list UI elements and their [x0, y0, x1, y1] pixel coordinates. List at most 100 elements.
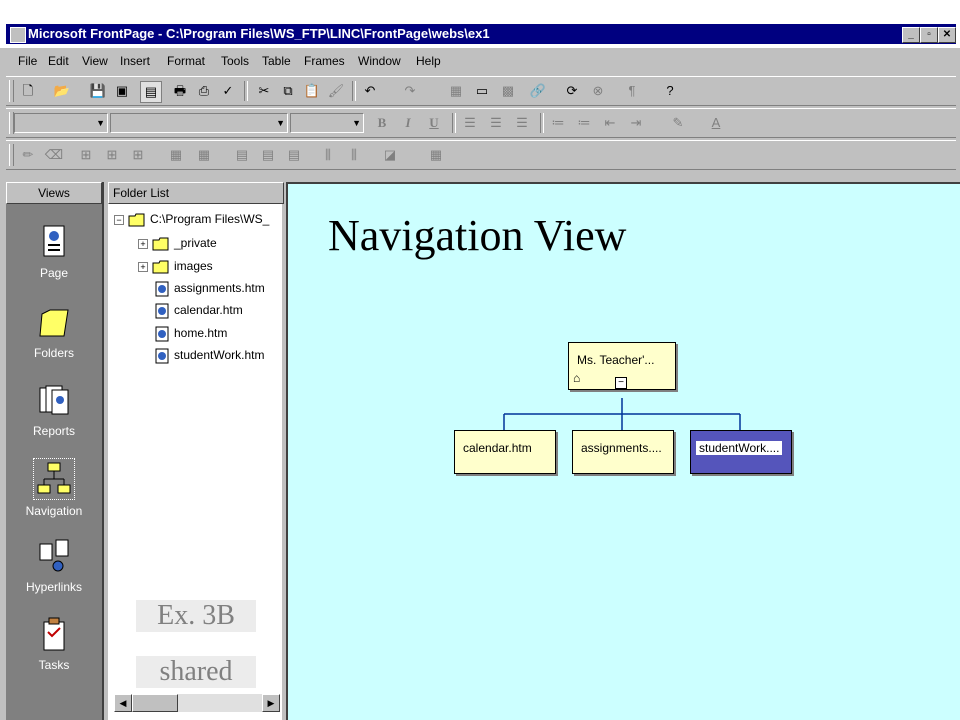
- window-title: Microsoft FrontPage - C:\Program Files\W…: [28, 26, 490, 41]
- publish-icon[interactable]: ▣: [112, 81, 132, 101]
- menu-tools[interactable]: Tools: [221, 54, 249, 68]
- menu-insert[interactable]: Insert: [120, 54, 150, 68]
- align-left-icon[interactable]: ☰: [460, 113, 480, 133]
- root-page-label: Ms. Teacher'...: [577, 353, 655, 367]
- paste-icon[interactable]: 📋: [302, 81, 322, 101]
- view-tasks[interactable]: Tasks: [16, 614, 92, 672]
- distribute-columns-icon[interactable]: ⫼: [344, 145, 364, 165]
- tree-file[interactable]: home.htm: [154, 326, 227, 342]
- align-top-icon[interactable]: ▤: [232, 145, 252, 165]
- insert-picture-icon[interactable]: ▩: [498, 81, 518, 101]
- selected-page-box[interactable]: studentWork....: [690, 430, 792, 474]
- align-bottom-icon[interactable]: ▤: [284, 145, 304, 165]
- menu-view[interactable]: View: [82, 54, 108, 68]
- expand-icon[interactable]: +: [138, 238, 148, 249]
- insert-columns-icon[interactable]: ⊞: [102, 145, 122, 165]
- collapse-tree-icon[interactable]: −: [615, 377, 627, 389]
- navigation-pane[interactable]: Navigation View Ms. Teacher'... ⌂ − cale…: [286, 182, 960, 720]
- open-icon[interactable]: 📂: [52, 81, 72, 101]
- child-page-box[interactable]: calendar.htm: [454, 430, 556, 474]
- child-page-label: assignments....: [581, 441, 662, 455]
- distribute-rows-icon[interactable]: ⫼: [318, 145, 338, 165]
- web-component-icon[interactable]: ▦: [446, 81, 466, 101]
- draw-table-icon[interactable]: ✏: [18, 145, 38, 165]
- table-options-icon[interactable]: ▦: [426, 145, 446, 165]
- menu-frames[interactable]: Frames: [304, 54, 345, 68]
- insert-table-icon[interactable]: ▭: [472, 81, 492, 101]
- spelling-icon[interactable]: ✓: [218, 81, 238, 101]
- help-icon[interactable]: ?: [660, 81, 680, 101]
- stop-icon[interactable]: ⊗: [588, 81, 608, 101]
- new-page-icon[interactable]: 🗋: [18, 81, 38, 101]
- format-painter-icon[interactable]: 🖌: [326, 81, 346, 101]
- view-navigation[interactable]: Navigation: [16, 458, 92, 518]
- eraser-icon[interactable]: ⌫: [44, 145, 64, 165]
- scroll-right-icon[interactable]: ▶: [262, 694, 280, 712]
- font-color-icon[interactable]: A: [706, 113, 726, 133]
- toolbar-grip[interactable]: [9, 80, 14, 102]
- menu-window[interactable]: Window: [358, 54, 401, 68]
- close-button[interactable]: ✕: [938, 27, 956, 43]
- folder-list-toggle-icon[interactable]: ▤: [140, 81, 162, 103]
- show-all-icon[interactable]: ¶: [622, 81, 642, 101]
- highlight-color-icon[interactable]: ✎: [668, 113, 688, 133]
- menu-edit[interactable]: Edit: [48, 54, 69, 68]
- tree-folder[interactable]: + _private: [138, 236, 217, 251]
- view-page[interactable]: Page: [16, 222, 92, 280]
- insert-cells-icon[interactable]: ⊞: [128, 145, 148, 165]
- refresh-icon[interactable]: ⟳: [562, 81, 582, 101]
- child-page-box[interactable]: assignments....: [572, 430, 674, 474]
- cut-icon[interactable]: ✂: [254, 81, 274, 101]
- tree-file[interactable]: studentWork.htm: [154, 348, 264, 364]
- folder-list-hscrollbar[interactable]: ◀ ▶: [114, 694, 280, 712]
- collapse-icon[interactable]: −: [114, 214, 124, 225]
- undo-icon[interactable]: ↶: [360, 81, 380, 101]
- increase-indent-icon[interactable]: ⇥: [626, 113, 646, 133]
- decrease-indent-icon[interactable]: ⇤: [600, 113, 620, 133]
- title-bar[interactable]: Microsoft FrontPage - C:\Program Files\W…: [6, 24, 956, 44]
- html-file-icon: [155, 303, 169, 319]
- font-size-select[interactable]: ▼: [290, 113, 364, 133]
- folder-list-pane: Folder List − C:\Program Files\WS_ + _priv…: [108, 182, 284, 720]
- merge-cells-icon[interactable]: ▦: [166, 145, 186, 165]
- menu-file[interactable]: File: [18, 54, 37, 68]
- tree-file[interactable]: calendar.htm: [154, 303, 243, 319]
- split-cells-icon[interactable]: ▦: [194, 145, 214, 165]
- menu-format[interactable]: Format: [167, 54, 205, 68]
- print-icon[interactable]: 🖶: [170, 81, 190, 101]
- hyperlink-icon[interactable]: 🔗: [528, 81, 548, 101]
- restore-button[interactable]: ▫: [920, 27, 938, 43]
- toolbar-grip[interactable]: [9, 144, 14, 166]
- view-hyperlinks[interactable]: Hyperlinks: [16, 536, 92, 594]
- insert-rows-icon[interactable]: ⊞: [76, 145, 96, 165]
- view-folders[interactable]: Folders: [16, 302, 92, 360]
- tree-folder[interactable]: + images: [138, 259, 213, 274]
- font-select[interactable]: ▼: [110, 113, 288, 133]
- scroll-left-icon[interactable]: ◀: [114, 694, 132, 712]
- preview-icon[interactable]: ⎙: [194, 81, 214, 101]
- view-label: Tasks: [38, 658, 70, 672]
- tree-root[interactable]: − C:\Program Files\WS_: [114, 212, 269, 227]
- align-center-icon[interactable]: ☰: [486, 113, 506, 133]
- redo-icon[interactable]: ↷: [400, 81, 420, 101]
- align-right-icon[interactable]: ☰: [512, 113, 532, 133]
- align-middle-icon[interactable]: ▤: [258, 145, 278, 165]
- menu-table[interactable]: Table: [262, 54, 291, 68]
- menu-help[interactable]: Help: [416, 54, 441, 68]
- view-reports[interactable]: Reports: [16, 380, 92, 438]
- tree-file[interactable]: assignments.htm: [154, 281, 265, 297]
- minimize-button[interactable]: _: [902, 27, 920, 43]
- frontpage-app-icon[interactable]: [10, 27, 26, 43]
- bullets-icon[interactable]: ≔: [574, 113, 594, 133]
- save-icon[interactable]: 💾: [88, 81, 108, 101]
- style-select[interactable]: ▼: [14, 113, 108, 133]
- italic-button[interactable]: I: [398, 113, 418, 133]
- root-page-box[interactable]: Ms. Teacher'... ⌂ −: [568, 342, 676, 390]
- fill-color-icon[interactable]: ◪: [380, 145, 400, 165]
- numbering-icon[interactable]: ≔: [548, 113, 568, 133]
- expand-icon[interactable]: +: [138, 261, 148, 272]
- bold-button[interactable]: B: [372, 113, 392, 133]
- underline-button[interactable]: U: [424, 113, 444, 133]
- copy-icon[interactable]: ⧉: [278, 81, 298, 101]
- scroll-thumb[interactable]: [132, 694, 178, 712]
